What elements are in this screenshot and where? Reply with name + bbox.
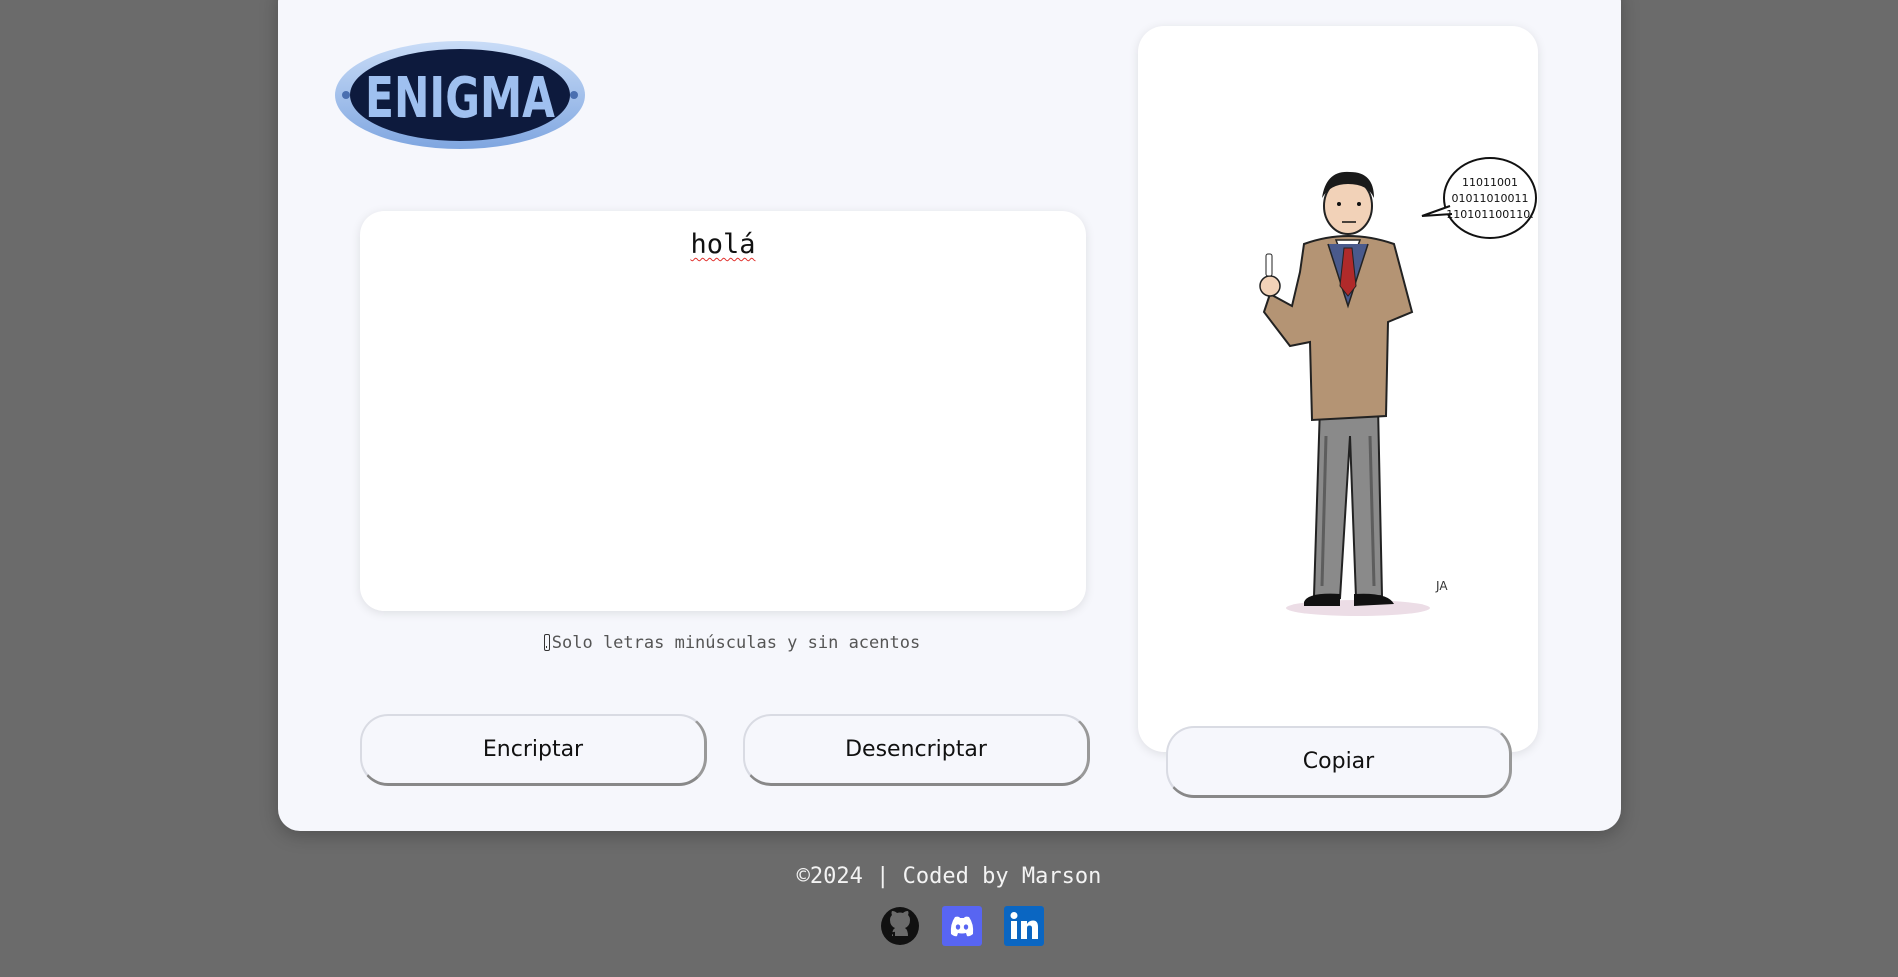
footer-copyright: ©2024 | Coded by Marson — [796, 864, 1102, 889]
svg-text:11011001: 11011001 — [1462, 176, 1518, 189]
input-hint: Solo letras minúsculas y sin acentos — [278, 633, 1186, 653]
encrypt-button[interactable]: Encriptar — [360, 714, 707, 786]
output-panel: 11011001 01011010011 110101100110. JA — [1138, 26, 1538, 752]
svg-text:110101100110.: 110101100110. — [1446, 208, 1533, 221]
main-card: ENIGMA holá Solo letras minúsculas y sin… — [278, 0, 1621, 831]
svg-text:01011010011: 01011010011 — [1452, 192, 1529, 205]
warning-icon — [543, 634, 550, 651]
svg-text:ENIGMA: ENIGMA — [365, 66, 555, 131]
linkedin-icon[interactable] — [1004, 906, 1044, 946]
hint-text: Solo letras minúsculas y sin acentos — [551, 633, 921, 653]
github-icon[interactable] — [880, 906, 920, 946]
enigma-logo: ENIGMA — [335, 41, 585, 149]
man-with-speech-bubble-illustration: 11011001 01011010011 110101100110. JA — [1259, 157, 1537, 616]
message-textarea[interactable]: holá — [360, 211, 1086, 611]
decrypt-button[interactable]: Desencriptar — [743, 714, 1090, 786]
discord-icon[interactable] — [942, 906, 982, 946]
textarea-value: holá — [690, 229, 756, 260]
svg-text:JA: JA — [1435, 579, 1448, 593]
copy-button[interactable]: Copiar — [1166, 726, 1512, 798]
